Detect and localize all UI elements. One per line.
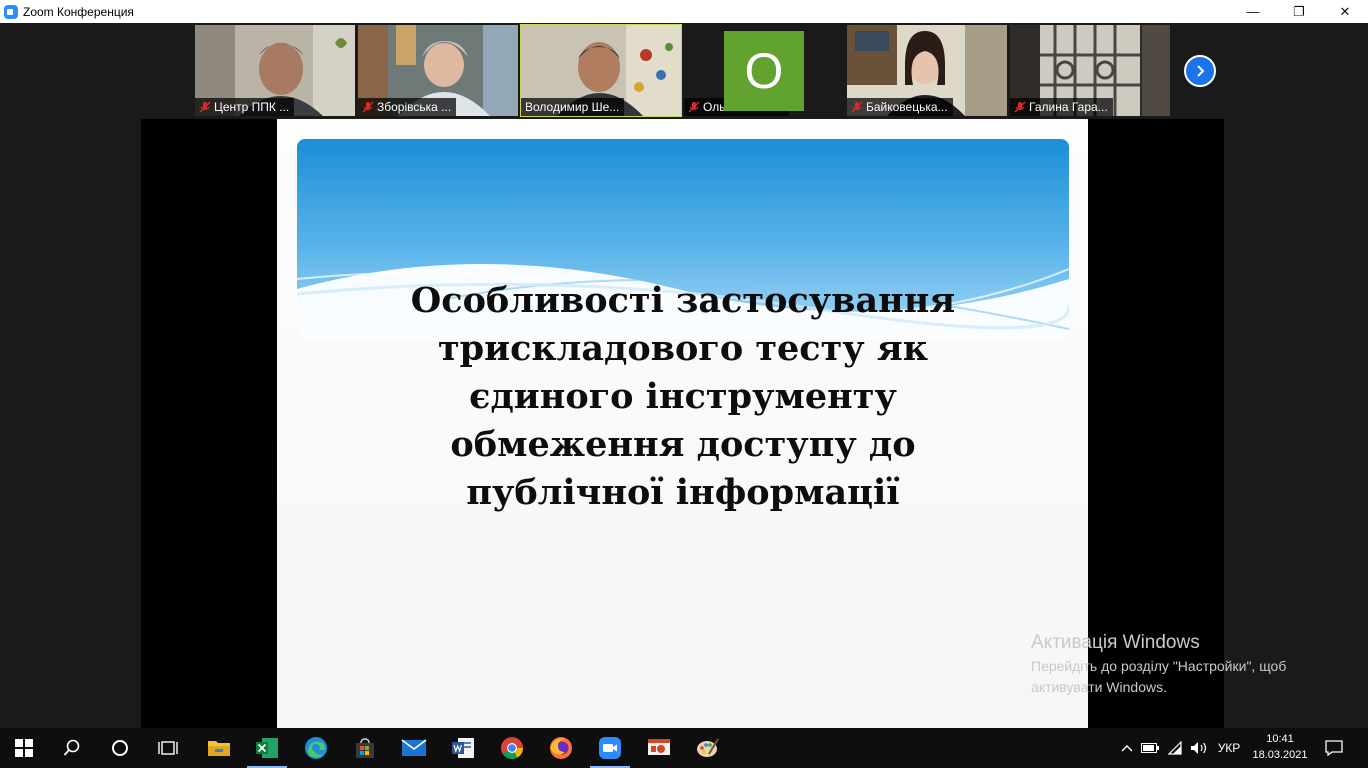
zoom-app-icon bbox=[4, 4, 18, 19]
slide-title: Особливості застосування трискладового т… bbox=[317, 277, 1049, 517]
taskbar-app-powerpoint[interactable] bbox=[635, 728, 683, 768]
chevron-right-icon bbox=[1197, 65, 1205, 77]
taskbar-app-excel[interactable] bbox=[243, 728, 291, 768]
participant-avatar: O bbox=[724, 31, 804, 111]
activation-line: активувати Windows. bbox=[1031, 679, 1167, 695]
participant-name: Зборівська ... bbox=[377, 100, 452, 114]
gallery-next-button[interactable] bbox=[1184, 55, 1216, 87]
participant-gallery: Центр ППК ... Зборівська ... Володимир Ш… bbox=[0, 23, 1368, 119]
taskbar-app-paint[interactable] bbox=[684, 728, 732, 768]
taskbar-app-chrome[interactable] bbox=[488, 728, 536, 768]
mic-muted-icon bbox=[851, 101, 863, 113]
battery-icon bbox=[1141, 743, 1159, 753]
participant-name: Галина Гара... bbox=[1029, 100, 1108, 114]
activation-line: Перейдіть до розділу "Настройки", щоб bbox=[1031, 658, 1287, 674]
task-view-button[interactable] bbox=[144, 728, 192, 768]
file-explorer-icon bbox=[208, 741, 230, 756]
participant-tile[interactable]: Байковецька... bbox=[847, 25, 1007, 116]
slide-title-line: публічної інформації bbox=[466, 472, 900, 513]
mic-muted-icon bbox=[1014, 101, 1026, 113]
presentation-slide: Особливості застосування трискладового т… bbox=[277, 119, 1088, 728]
participant-tile-active-speaker[interactable]: Володимир Ше... bbox=[520, 24, 682, 117]
language-indicator[interactable]: УКР bbox=[1213, 728, 1245, 768]
slide-title-line: Особливості застосування bbox=[410, 280, 956, 321]
firefox-icon bbox=[550, 737, 572, 759]
mic-muted-icon bbox=[688, 101, 700, 113]
restore-button[interactable]: ❐ bbox=[1276, 0, 1322, 23]
participant-tile[interactable]: Центр ППК ... bbox=[195, 25, 355, 116]
chrome-icon bbox=[501, 737, 523, 759]
mic-muted-icon bbox=[199, 101, 211, 113]
store-icon bbox=[356, 738, 374, 758]
taskbar-app-zoom[interactable] bbox=[586, 728, 634, 768]
excel-icon bbox=[256, 738, 278, 758]
window-controls: — ❐ ✕ bbox=[1230, 0, 1368, 23]
participant-name-bar: Центр ППК ... bbox=[195, 98, 295, 116]
participant-tile[interactable]: Галина Гара... bbox=[1010, 25, 1170, 116]
activation-title: Активація Windows bbox=[1031, 632, 1200, 653]
windows-activation-watermark: Активація Windows Перейдіть до розділу "… bbox=[1031, 632, 1286, 698]
start-button[interactable] bbox=[0, 728, 48, 768]
network-indicator[interactable] bbox=[1165, 728, 1185, 768]
chevron-up-icon bbox=[1121, 745, 1133, 752]
taskbar-app-edge[interactable] bbox=[292, 728, 340, 768]
taskbar-app-firefox[interactable] bbox=[537, 728, 585, 768]
battery-indicator[interactable] bbox=[1140, 728, 1160, 768]
window-title-bar: Zoom Конференция — ❐ ✕ bbox=[0, 0, 1368, 23]
slide-title-line: обмеження доступу до bbox=[450, 424, 916, 465]
action-center-button[interactable] bbox=[1320, 728, 1348, 768]
participant-name-bar: Байковецька... bbox=[847, 98, 953, 116]
notification-icon bbox=[1325, 740, 1343, 756]
edge-icon bbox=[305, 737, 327, 759]
taskbar-app-store[interactable] bbox=[341, 728, 389, 768]
powerpoint-icon bbox=[648, 739, 670, 755]
volume-indicator[interactable] bbox=[1188, 728, 1210, 768]
minimize-button[interactable]: — bbox=[1230, 0, 1276, 23]
participant-name-bar: Зборівська ... bbox=[358, 98, 457, 116]
taskbar-app-word[interactable] bbox=[439, 728, 487, 768]
participant-tile[interactable]: Зборівська ... bbox=[358, 25, 518, 116]
search-icon bbox=[63, 739, 80, 756]
show-hidden-icons-button[interactable] bbox=[1118, 728, 1136, 768]
slide-title-line: єдиного інструменту bbox=[469, 376, 897, 417]
participant-name: Володимир Ше... bbox=[525, 100, 620, 114]
taskbar-app-mail[interactable] bbox=[390, 728, 438, 768]
mail-icon bbox=[401, 739, 427, 756]
window-title: Zoom Конференция bbox=[23, 4, 134, 19]
slide-title-line: трискладового тесту як bbox=[437, 328, 929, 369]
participant-name: Центр ППК ... bbox=[214, 100, 290, 114]
windows-taskbar: УКР 10:41 18.03.2021 bbox=[0, 728, 1368, 768]
word-icon bbox=[452, 738, 474, 758]
task-view-icon bbox=[158, 741, 178, 755]
clock-date: 18.03.2021 bbox=[1252, 749, 1308, 761]
paint-icon bbox=[697, 738, 719, 757]
clock-time: 10:41 bbox=[1266, 733, 1294, 745]
start-icon bbox=[15, 739, 33, 757]
close-button[interactable]: ✕ bbox=[1322, 0, 1368, 23]
cortana-icon bbox=[112, 740, 128, 756]
search-button[interactable] bbox=[48, 728, 96, 768]
participant-name-bar: Володимир Ше... bbox=[521, 98, 625, 116]
participant-name: Байковецька... bbox=[866, 100, 948, 114]
zoom-icon bbox=[599, 737, 621, 759]
participant-name-bar: Галина Гара... bbox=[1010, 98, 1113, 116]
cortana-button[interactable] bbox=[96, 728, 144, 768]
mic-muted-icon bbox=[362, 101, 374, 113]
taskbar-clock[interactable]: 10:41 18.03.2021 bbox=[1250, 731, 1310, 763]
wifi-icon bbox=[1167, 741, 1182, 755]
taskbar-app-file-explorer[interactable] bbox=[195, 728, 243, 768]
volume-icon bbox=[1191, 742, 1207, 754]
